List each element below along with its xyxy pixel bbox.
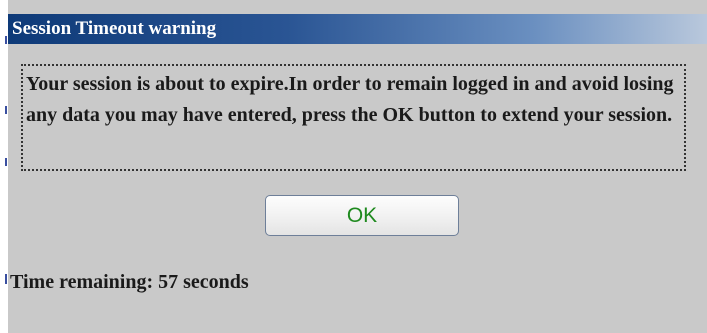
- dialog-titlebar: Session Timeout warning: [8, 14, 707, 44]
- edge-mark: [5, 274, 7, 284]
- session-timeout-dialog: Session Timeout warning Your session is …: [8, 0, 707, 333]
- ok-button[interactable]: OK: [265, 195, 459, 236]
- time-remaining-text: Time remaining: 57 seconds: [10, 271, 249, 293]
- window-left-edge: [0, 0, 8, 333]
- edge-mark: [5, 158, 7, 166]
- edge-mark: [5, 106, 7, 114]
- edge-mark: [5, 36, 7, 44]
- warning-message: Your session is about to expire.In order…: [21, 64, 686, 171]
- dialog-title: Session Timeout warning: [12, 18, 217, 39]
